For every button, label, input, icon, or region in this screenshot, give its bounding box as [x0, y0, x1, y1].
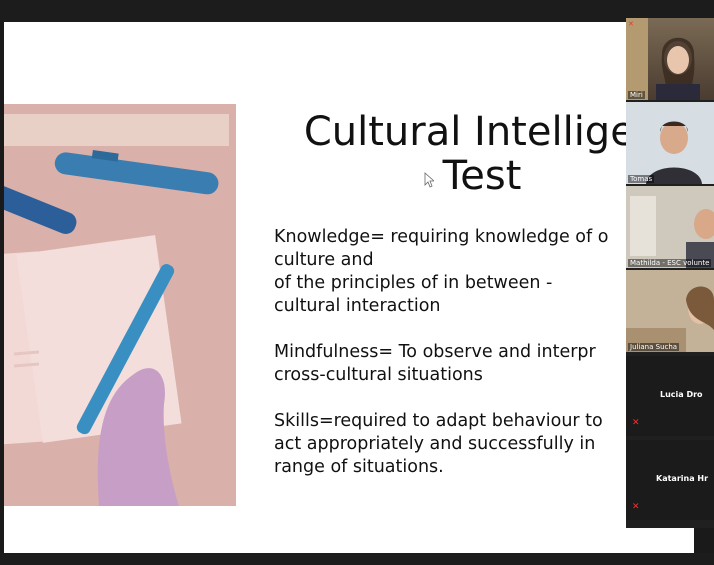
participant-name: Juliana Sucha — [628, 343, 680, 351]
mic-muted-icon: ✕ — [628, 20, 634, 28]
mic-muted-icon: ✕ — [632, 502, 640, 512]
slide-illustration — [4, 104, 236, 506]
window-top-bar — [0, 0, 714, 22]
mic-muted-icon: ✕ — [632, 418, 640, 428]
participant-name-tile[interactable]: Lucia Dro ✕ — [626, 356, 714, 436]
participant-video-tile[interactable]: Mathilda - ESC volunte — [626, 186, 714, 268]
participant-name-tile[interactable]: Katarina Hr ✕ — [626, 440, 714, 520]
person-video-icon — [626, 18, 700, 100]
participants-panel: ✕ Miri Tomas Mathilda - ESC volunte Juli… — [626, 18, 714, 528]
participant-name: Katarina Hr — [656, 474, 709, 483]
person-video-icon — [626, 102, 714, 184]
participant-video-tile[interactable]: Juliana Sucha — [626, 270, 714, 352]
participant-video-tile[interactable]: ✕ Miri — [626, 18, 714, 100]
window-bottom-bar — [0, 553, 714, 565]
participant-name: Tomas — [628, 175, 655, 183]
participant-video-tile[interactable]: Tomas — [626, 102, 714, 184]
participant-name: Lucia Dro — [660, 390, 703, 399]
desk-illustration-icon — [4, 114, 229, 506]
presentation-slide: Cultural Intelligen Test Knowledge= requ… — [4, 22, 694, 553]
person-video-icon — [626, 270, 714, 352]
slide-title-line1: Cultural Intelligen — [303, 109, 661, 155]
participant-name: Mathilda - ESC volunte — [628, 259, 712, 267]
cursor-arrow-icon — [424, 172, 434, 188]
person-video-icon — [626, 186, 714, 268]
participant-name: Miri — [628, 91, 645, 99]
